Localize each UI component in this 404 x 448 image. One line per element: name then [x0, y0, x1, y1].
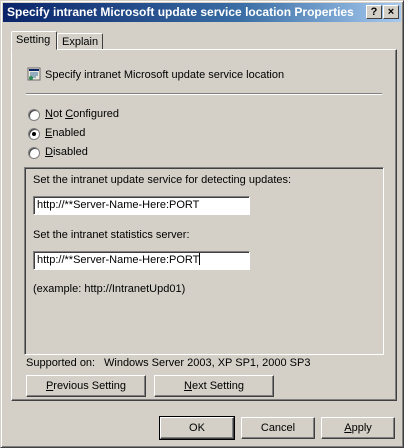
window-title: Specify intranet Microsoft update servic… — [7, 5, 354, 19]
radio-not-configured-circle[interactable] — [28, 109, 40, 121]
stats-server-value: http://**Server-Name-Here:PORT — [37, 254, 200, 266]
tab-setting-label: Setting — [16, 34, 51, 46]
text-caret — [199, 253, 201, 265]
title-bar[interactable]: Specify intranet Microsoft update servic… — [3, 3, 401, 22]
radio-not-configured-label: Not Configured — [45, 108, 119, 120]
label-part: ot — [52, 108, 66, 120]
tab-explain[interactable]: Explain — [57, 33, 103, 49]
tab-setting[interactable]: Setting — [11, 31, 57, 50]
update-service-input[interactable]: http://**Server-Name-Here:PORT — [33, 196, 250, 215]
next-setting-label: ext Setting — [191, 380, 244, 392]
cancel-button[interactable]: Cancel — [241, 417, 315, 439]
help-button[interactable]: ? — [366, 5, 382, 19]
previous-setting-label: revious Setting — [53, 380, 127, 392]
supported-on-label: Supported on: — [26, 357, 96, 369]
ok-button[interactable]: OK — [159, 416, 235, 440]
radio-disabled-label: Disabled — [45, 146, 88, 158]
example-text: (example: http://IntranetUpd01) — [33, 283, 186, 295]
apply-label: pply — [351, 422, 372, 434]
radio-selected-dot — [32, 132, 36, 136]
previous-setting-button[interactable]: Previous Setting — [26, 375, 146, 397]
stats-server-input[interactable]: http://**Server-Name-Here:PORT — [33, 251, 250, 270]
radio-enabled-circle[interactable] — [28, 128, 40, 140]
setting-panel: Specify intranet Microsoft update servic… — [11, 49, 397, 401]
label-part: nabled — [52, 127, 86, 139]
next-setting-button[interactable]: Next Setting — [154, 375, 274, 397]
update-service-label: Set the intranet update service for dete… — [33, 174, 292, 186]
apply-button[interactable]: Apply — [321, 417, 395, 439]
radio-enabled-label: Enabled — [45, 127, 85, 139]
access-key-a: A — [344, 422, 352, 434]
label-part: onfigured — [73, 108, 120, 120]
tab-explain-label: Explain — [62, 36, 99, 48]
access-key-n: N — [45, 108, 53, 120]
radio-disabled-circle[interactable] — [28, 147, 40, 159]
policy-name: Specify intranet Microsoft update servic… — [45, 69, 285, 81]
stats-server-label: Set the intranet statistics server: — [33, 229, 190, 241]
divider — [26, 93, 382, 95]
update-service-value: http://**Server-Name-Here:PORT — [37, 199, 200, 211]
access-key-n: N — [184, 380, 192, 392]
access-key-d: D — [45, 146, 53, 158]
policy-settings-icon — [27, 67, 41, 81]
label-part: isabled — [52, 146, 88, 158]
access-key-c: C — [65, 108, 74, 120]
close-button[interactable]: × — [383, 5, 399, 19]
supported-on-value: Windows Server 2003, XP SP1, 2000 SP3 — [104, 357, 311, 369]
options-group: Set the intranet update service for dete… — [24, 167, 384, 355]
properties-dialog: Specify intranet Microsoft update servic… — [0, 0, 404, 448]
